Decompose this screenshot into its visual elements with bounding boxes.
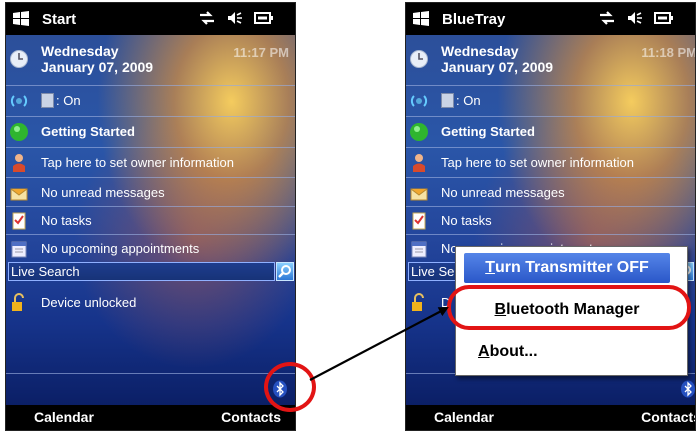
annotation-arrow: [309, 307, 449, 381]
